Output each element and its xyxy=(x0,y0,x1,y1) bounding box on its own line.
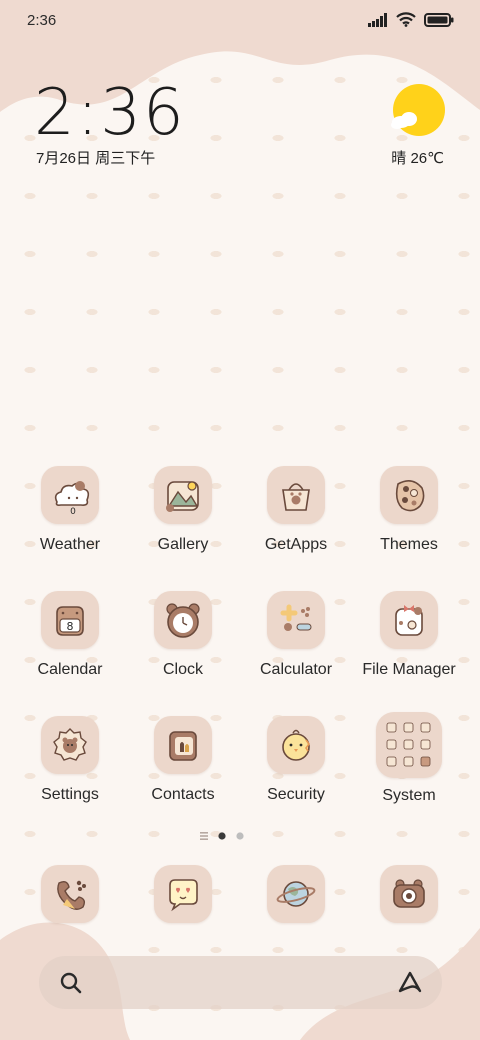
gallery-landscape-icon xyxy=(154,466,212,524)
app-calculator[interactable]: Calculator xyxy=(239,591,353,691)
clock-widget-time[interactable]: 2:36 xyxy=(34,76,186,150)
signal-icon xyxy=(368,12,387,27)
dock-camera[interactable] xyxy=(380,865,438,923)
browser-planet-icon xyxy=(276,881,316,907)
weather-cloud-icon: 0 xyxy=(41,466,99,524)
dock-browser[interactable] xyxy=(267,865,325,923)
file-manager-icon xyxy=(380,591,438,649)
page-indicator[interactable] xyxy=(198,829,248,843)
app-clock[interactable]: Clock xyxy=(126,591,240,691)
app-label: GetApps xyxy=(264,536,328,553)
page-list-icon[interactable] xyxy=(200,832,208,840)
app-getapps[interactable]: GetApps xyxy=(239,466,353,566)
themes-palette-icon xyxy=(380,466,438,524)
app-system-folder[interactable]: System xyxy=(352,712,466,812)
app-label: Calendar xyxy=(37,661,103,678)
clock-bear-icon xyxy=(154,591,212,649)
weather-widget-text[interactable]: 晴 26℃ xyxy=(391,147,444,168)
calculator-icon xyxy=(267,591,325,649)
clock-widget-date[interactable]: 7月26日 周三下午 xyxy=(36,147,155,168)
page-dot[interactable] xyxy=(236,832,244,840)
messages-icon xyxy=(169,879,198,912)
calendar-icon: 8 xyxy=(41,591,99,649)
system-folder-icon xyxy=(376,712,442,778)
weather-badge: 0 xyxy=(70,507,76,517)
app-label: Settings xyxy=(41,786,99,803)
page-dot-active[interactable] xyxy=(218,832,226,840)
getapps-bag-icon xyxy=(267,466,325,524)
app-settings[interactable]: Settings xyxy=(13,716,127,816)
status-time: 2:36 xyxy=(27,12,57,29)
calendar-day: 8 xyxy=(67,620,74,633)
app-label: Contacts xyxy=(151,786,215,803)
contacts-book-icon xyxy=(154,716,212,774)
app-weather[interactable]: 0 Weather xyxy=(13,466,127,566)
battery-icon xyxy=(424,12,454,27)
app-label: Weather xyxy=(39,536,101,553)
phone-icon xyxy=(57,880,86,910)
app-label: Themes xyxy=(380,536,438,553)
app-calendar[interactable]: 8 Calendar xyxy=(13,591,127,691)
app-label: Security xyxy=(267,786,325,803)
search-icon[interactable] xyxy=(59,971,83,995)
search-bar[interactable] xyxy=(39,956,442,1009)
app-contacts[interactable]: Contacts xyxy=(126,716,240,816)
status-icons xyxy=(368,12,454,27)
assistant-icon[interactable] xyxy=(396,969,424,995)
camera-icon xyxy=(393,879,425,908)
app-label: Clock xyxy=(162,661,203,678)
app-security[interactable]: Security xyxy=(239,716,353,816)
status-bar: 2:36 xyxy=(0,0,480,42)
app-label: File Manager xyxy=(362,661,456,678)
app-gallery[interactable]: Gallery xyxy=(126,466,240,566)
dock-messages[interactable] xyxy=(154,865,212,923)
security-chick-icon xyxy=(267,716,325,774)
app-themes[interactable]: Themes xyxy=(352,466,466,566)
settings-gear-icon xyxy=(41,716,99,774)
wifi-icon xyxy=(396,12,416,27)
dock-phone[interactable] xyxy=(41,865,99,923)
weather-sun-icon[interactable] xyxy=(387,84,445,138)
app-label: Gallery xyxy=(157,536,209,553)
app-label: Calculator xyxy=(259,661,333,678)
app-file-manager[interactable]: File Manager xyxy=(352,591,466,691)
app-label: System xyxy=(382,787,436,804)
